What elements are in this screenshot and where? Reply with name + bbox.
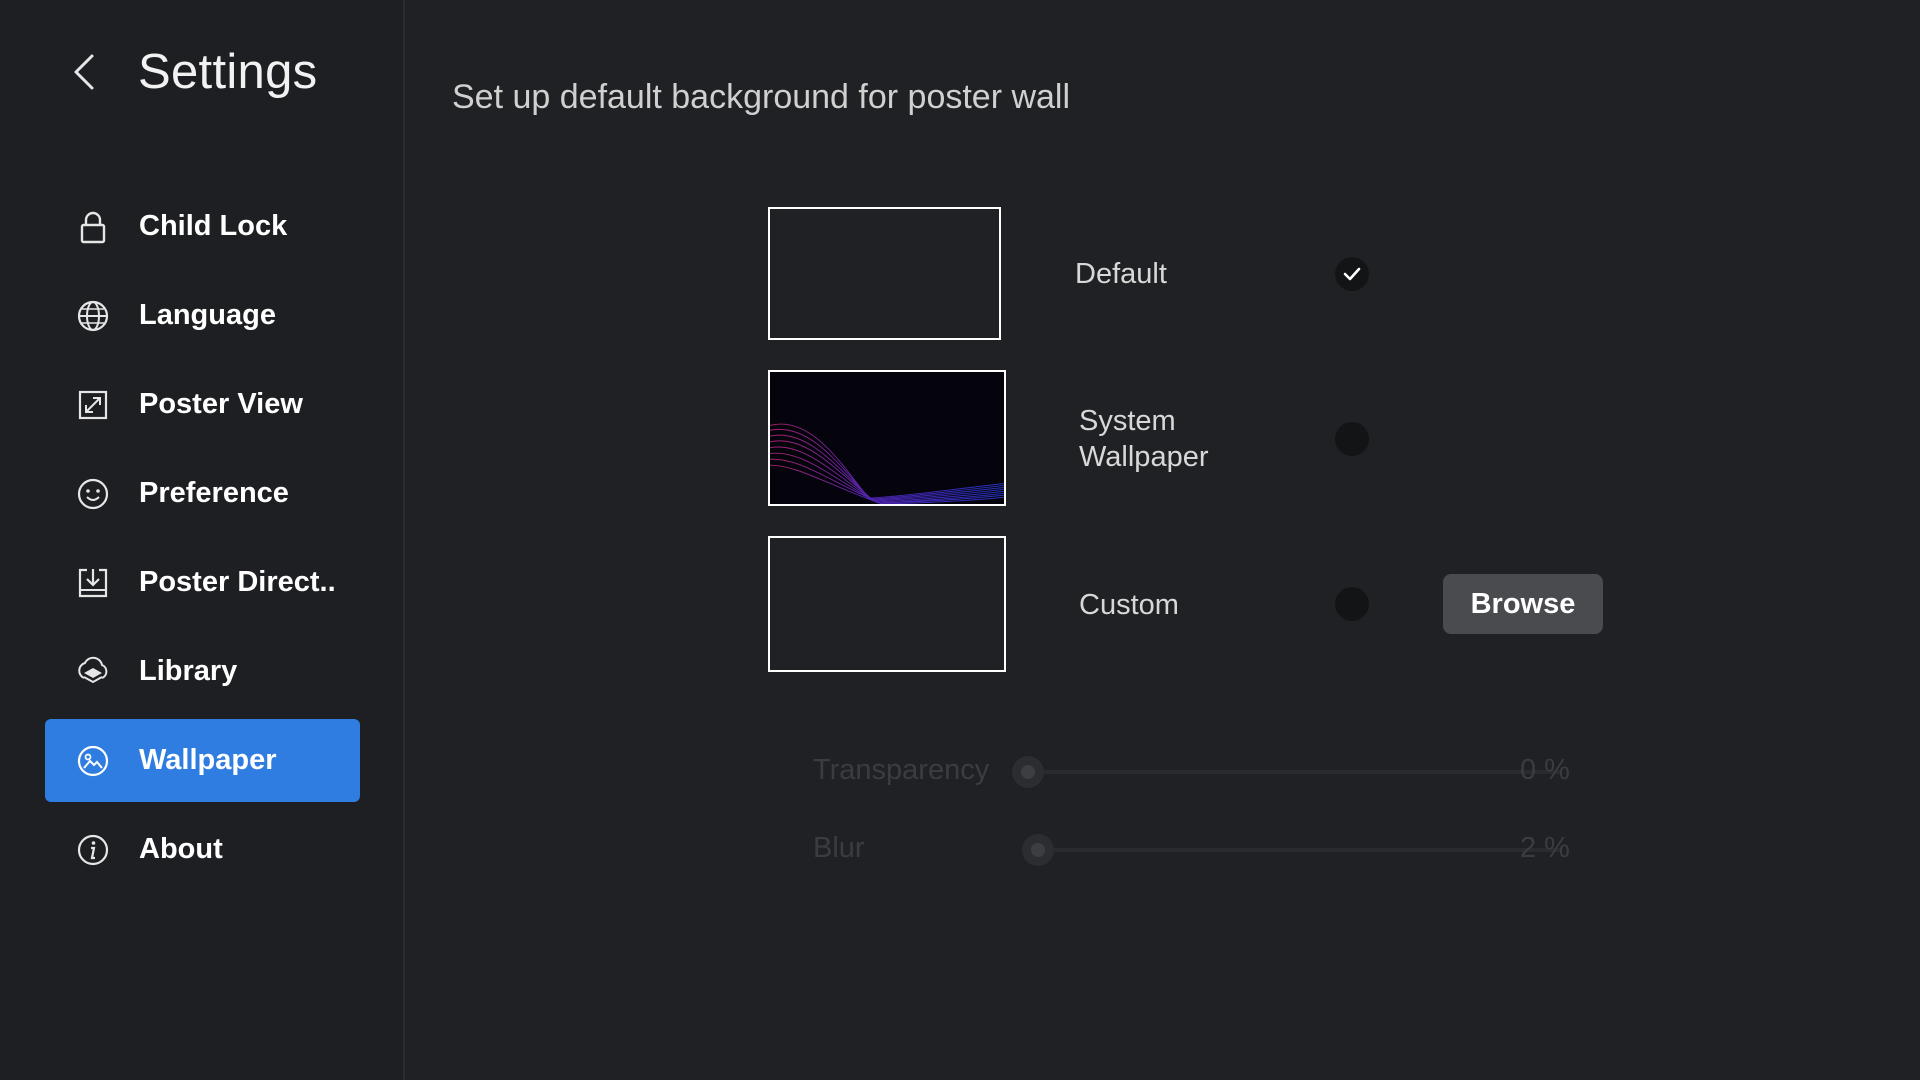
system-wallpaper-radio[interactable] <box>1335 422 1369 456</box>
chevron-left-icon <box>74 54 94 90</box>
sidebar-item-label: Poster View <box>139 388 303 420</box>
blur-label: Blur <box>813 832 865 864</box>
sidebar-item-about[interactable]: About <box>45 808 360 891</box>
transparency-label: Transparency <box>813 754 990 786</box>
wave-wallpaper-image <box>770 423 1004 504</box>
transparency-value: 0 % <box>1520 754 1570 786</box>
sidebar-item-poster-view[interactable]: Poster View <box>45 363 360 446</box>
sidebar-nav: Child Lock Language Poster View Preferen… <box>45 185 360 897</box>
wallpaper-panel: Set up default background for poster wal… <box>407 0 1920 1080</box>
sidebar-item-child-lock[interactable]: Child Lock <box>45 185 360 268</box>
lock-icon <box>75 209 111 245</box>
system-wallpaper-thumbnail[interactable] <box>768 370 1006 506</box>
default-label: Default <box>1075 258 1167 290</box>
check-icon <box>1343 267 1361 281</box>
sidebar-item-label: Library <box>139 655 238 687</box>
sidebar-header: Settings <box>72 44 317 100</box>
page-title: Settings <box>138 45 318 99</box>
sidebar-item-label: About <box>139 833 223 865</box>
image-icon <box>75 743 111 779</box>
transparency-slider-knob[interactable] <box>1012 756 1044 788</box>
expand-icon <box>75 387 111 423</box>
custom-radio[interactable] <box>1335 587 1369 621</box>
sidebar-item-label: Wallpaper <box>139 744 277 776</box>
sidebar-item-label: Preference <box>139 477 289 509</box>
transparency-slider-track[interactable] <box>1022 770 1562 774</box>
blur-slider-track[interactable] <box>1022 848 1562 852</box>
browse-button[interactable]: Browse <box>1443 574 1603 634</box>
transparency-slider-row: Transparency 0 % <box>813 750 1573 794</box>
sidebar-item-library[interactable]: Library <box>45 630 360 713</box>
system-wallpaper-label-line2: Wallpaper <box>1079 441 1209 473</box>
custom-label: Custom <box>1079 589 1179 621</box>
system-wallpaper-label-line1: System <box>1079 405 1176 437</box>
sidebar-item-label: Language <box>139 299 276 331</box>
section-heading: Set up default background for poster wal… <box>452 78 1071 116</box>
blur-value: 2 % <box>1520 832 1570 864</box>
sidebar-item-wallpaper[interactable]: Wallpaper <box>45 719 360 802</box>
sidebar-item-language[interactable]: Language <box>45 274 360 357</box>
back-button[interactable] <box>72 44 110 100</box>
sidebar-item-label: Poster Direct.. <box>139 566 336 598</box>
sidebar-item-poster-directory[interactable]: Poster Direct.. <box>45 541 360 624</box>
default-thumbnail[interactable] <box>768 207 1001 340</box>
layers-icon <box>75 654 111 690</box>
sidebar: Settings Child Lock Language Poster View… <box>0 0 405 1080</box>
sidebar-item-label: Child Lock <box>139 210 288 242</box>
custom-thumbnail[interactable] <box>768 536 1006 672</box>
info-icon <box>75 832 111 868</box>
system-wallpaper-label: System Wallpaper <box>1079 403 1208 475</box>
blur-slider-row: Blur 2 % <box>813 828 1573 872</box>
smiley-icon <box>75 476 111 512</box>
blur-slider-knob[interactable] <box>1022 834 1054 866</box>
sidebar-item-preference[interactable]: Preference <box>45 452 360 535</box>
globe-icon <box>75 298 111 334</box>
download-folder-icon <box>75 565 111 601</box>
default-radio[interactable] <box>1335 257 1369 291</box>
